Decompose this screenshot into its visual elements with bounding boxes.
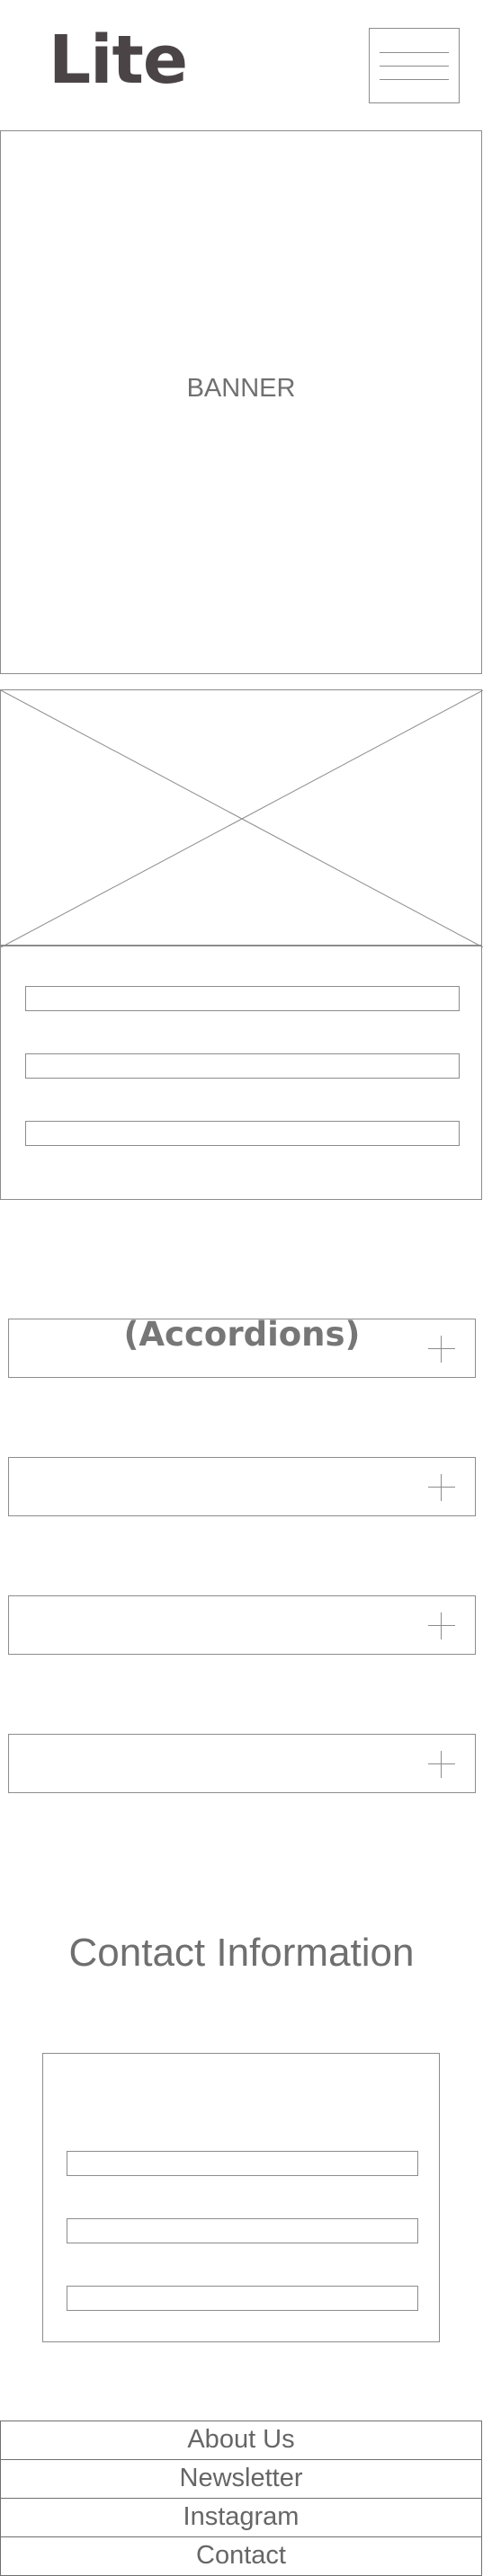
- contact-field-2[interactable]: [67, 2218, 418, 2243]
- form-field-2[interactable]: [25, 1053, 460, 1079]
- accordion-item-2[interactable]: [8, 1457, 476, 1516]
- menu-bar-icon: [380, 66, 449, 67]
- accordion-title: (Accordions): [123, 1315, 361, 1354]
- banner-label: BANNER: [186, 374, 296, 403]
- accordion-item-4[interactable]: [8, 1734, 476, 1793]
- contact-heading: Contact Information: [68, 1931, 415, 1975]
- contact-field-3[interactable]: [67, 2286, 418, 2311]
- form-field-1[interactable]: [25, 986, 460, 1011]
- form-panel: [0, 945, 482, 1200]
- logo[interactable]: Lite: [49, 27, 188, 93]
- form-field-3[interactable]: [25, 1121, 460, 1146]
- plus-icon: [428, 1474, 455, 1501]
- image-placeholder-icon: [1, 690, 483, 947]
- accordion-item-3[interactable]: [8, 1595, 476, 1655]
- plus-icon: [428, 1336, 455, 1363]
- image-placeholder: [0, 689, 483, 947]
- footer-link-newsletter[interactable]: Newsletter: [0, 2459, 482, 2499]
- contact-form-panel: [42, 2053, 440, 2342]
- plus-icon: [428, 1612, 455, 1639]
- footer-link-contact[interactable]: Contact: [0, 2536, 482, 2576]
- plus-icon: [428, 1751, 455, 1778]
- menu-bar-icon: [380, 79, 449, 80]
- menu-bar-icon: [380, 52, 449, 53]
- contact-field-1[interactable]: [67, 2151, 418, 2176]
- hamburger-menu-button[interactable]: [369, 28, 460, 103]
- accordion-item-1[interactable]: (Accordions): [8, 1315, 476, 1378]
- footer-link-about-us[interactable]: About Us: [0, 2421, 482, 2460]
- footer-link-instagram[interactable]: Instagram: [0, 2498, 482, 2537]
